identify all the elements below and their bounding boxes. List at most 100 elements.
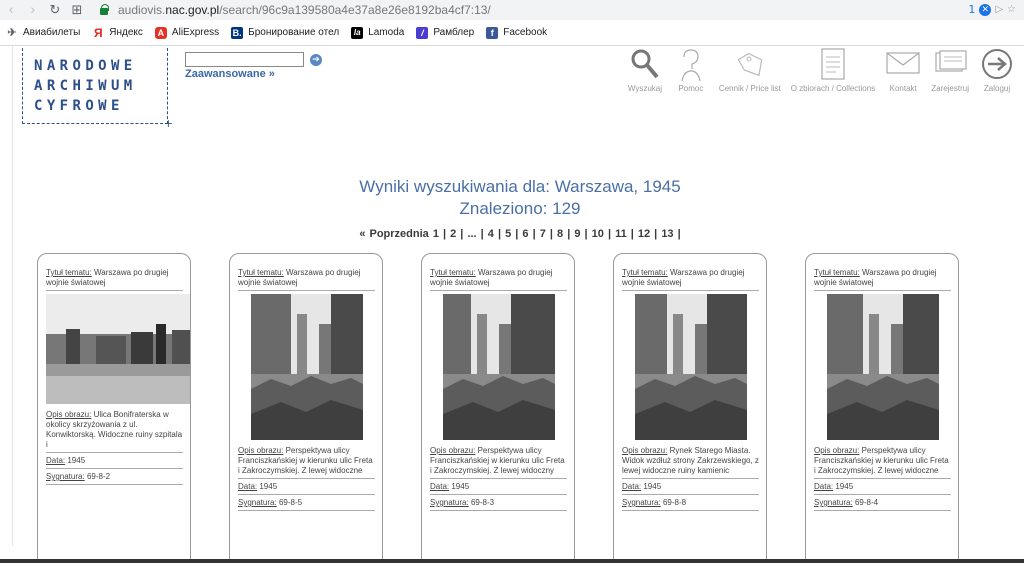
nav-label: Cennik / Price list (718, 84, 781, 93)
signature-value: 69-8-5 (278, 498, 303, 507)
card-date: Data: 1945 (46, 456, 183, 469)
nav-register[interactable]: Zarejestruj (926, 46, 974, 93)
card-description: Opis obrazu: Ulica Bonifraterska w okoli… (46, 410, 183, 453)
left-divider (12, 46, 13, 546)
play-icon[interactable]: ▷ (995, 4, 1003, 15)
description-label: Opis obrazu: (622, 446, 668, 455)
nav-login-arrow[interactable]: Zaloguj (974, 46, 1020, 93)
apps-grid-icon[interactable]: ⊞ (66, 3, 88, 18)
card-signature: Sygnatura: 69-8-2 (46, 472, 183, 485)
price-tag-icon (732, 46, 768, 82)
date-label: Data: (814, 482, 834, 491)
results-grid: Tytuł tematu: Warszawa po drugiej wojnie… (37, 253, 959, 563)
bookmark-facebook[interactable]: f Facebook (486, 26, 547, 39)
topic-label: Tytuł tematu: (238, 268, 284, 277)
signature-label: Sygnatura: (46, 472, 85, 481)
card-description: Opis obrazu: Perspektywa ulicy Franciszk… (814, 446, 951, 479)
photo-ruins[interactable] (634, 294, 747, 440)
card-description: Opis obrazu: Rynek Starego Miasta. Widok… (622, 446, 759, 479)
result-card: Tytuł tematu: Warszawa po drugiej wojnie… (37, 253, 191, 563)
nav-label: Zarejestruj (931, 84, 969, 93)
bookmark-label: Бронирование отел (248, 27, 340, 38)
signature-label: Sygnatura: (430, 498, 469, 507)
photo-ruins[interactable] (826, 294, 939, 440)
nav-label: Zaloguj (983, 84, 1011, 93)
results-heading: Wyniki wyszukiwania dla: Warszawa, 1945 … (0, 176, 1024, 220)
nav-help[interactable]: Pomoc (668, 46, 714, 93)
register-icon (932, 46, 968, 82)
topic-label: Tytuł tematu: (622, 268, 668, 277)
date-value: 1945 (259, 482, 278, 491)
help-icon (673, 46, 709, 82)
bookmark-lamoda[interactable]: la Lamoda (351, 26, 405, 39)
card-date: Data: 1945 (622, 482, 759, 495)
card-topic[interactable]: Tytuł tematu: Warszawa po drugiej wojnie… (814, 268, 951, 291)
back-arrow-icon[interactable]: ‹ (0, 3, 22, 18)
card-description: Opis obrazu: Perspektywa ulicy Franciszk… (430, 446, 567, 479)
card-description: Opis obrazu: Perspektywa ulicy Franciszk… (238, 446, 375, 479)
site-logo[interactable]: NARODOWE ARCHIWUM CYFROWE + (22, 48, 173, 130)
extension-count: 1 (968, 3, 976, 16)
favorite-star-icon[interactable]: ☆ (1007, 4, 1016, 15)
search-input[interactable] (185, 52, 304, 67)
bookmark-aliexpress[interactable]: A AliExpress (154, 26, 220, 39)
reload-icon[interactable]: ↻ (44, 3, 66, 18)
logo-line-2: ARCHIWUM (34, 78, 137, 94)
signature-value: 69-8-3 (470, 498, 495, 507)
photo-ruins[interactable] (442, 294, 555, 440)
search-go-icon[interactable]: ➔ (310, 54, 322, 66)
description-label: Opis obrazu: (430, 446, 476, 455)
nav-envelope[interactable]: Kontakt (880, 46, 926, 93)
logo-plus-icon: + (163, 117, 173, 130)
signature-label: Sygnatura: (622, 498, 661, 507)
bookmark-label: Рамблер (433, 27, 475, 38)
signature-value: 69-8-8 (662, 498, 687, 507)
card-signature: Sygnatura: 69-8-4 (814, 498, 951, 511)
bookmark-label: Lamoda (368, 27, 405, 38)
bookmark-label: Авиабилеты (23, 27, 81, 38)
bookmark-rambler[interactable]: / Рамблер (416, 26, 475, 39)
bookmark-booking[interactable]: B. Бронирование отел (231, 26, 340, 39)
signature-value: 69-8-2 (86, 472, 111, 481)
date-label: Data: (430, 482, 450, 491)
bookmark-label: Яндекс (109, 27, 143, 38)
photo-ruins[interactable] (46, 294, 191, 404)
yandex-icon: Я (93, 25, 103, 40)
card-signature: Sygnatura: 69-8-3 (430, 498, 567, 511)
photo-ruins[interactable] (250, 294, 363, 440)
card-signature: Sygnatura: 69-8-8 (622, 498, 759, 511)
result-card: Tytuł tematu: Warszawa po drugiej wojnie… (613, 253, 767, 563)
url-field[interactable]: audiovis.nac.gov.pl/search/96c9a139580a4… (118, 3, 491, 17)
bookmark-label: AliExpress (171, 27, 220, 38)
card-signature: Sygnatura: 69-8-5 (238, 498, 375, 511)
description-label: Opis obrazu: (238, 446, 284, 455)
plane-icon: ✈ (7, 27, 17, 39)
signature-label: Sygnatura: (238, 498, 277, 507)
card-topic[interactable]: Tytuł tematu: Warszawa po drugiej wojnie… (46, 268, 183, 291)
bottom-bar (0, 559, 1024, 563)
logo-line-3: CYFROWE (34, 98, 124, 114)
bookmark-plane[interactable]: ✈ Авиабилеты (6, 27, 80, 39)
description-label: Opis obrazu: (814, 446, 860, 455)
nav-magnifier[interactable]: Wyszukaj (622, 46, 668, 93)
forward-arrow-icon[interactable]: › (22, 3, 44, 18)
card-topic[interactable]: Tytuł tematu: Warszawa po drugiej wojnie… (430, 268, 567, 291)
nav-label: Pomoc (678, 84, 704, 93)
site-page: NARODOWE ARCHIWUM CYFROWE + ➔ Zaawansowa… (0, 46, 1024, 563)
pagination[interactable]: « Poprzednia 1 | 2 | ... | 4 | 5 | 6 | 7… (0, 228, 1024, 240)
advanced-search-link[interactable]: Zaawansowane » (185, 68, 275, 80)
extension-close-icon[interactable]: ✕ (979, 3, 992, 16)
aliexpress-icon: A (154, 26, 167, 39)
bookmarks-bar: ✈ Авиабилеты Я Яндекс A AliExpress B. Бронирова… (0, 20, 1024, 46)
card-date: Data: 1945 (430, 482, 567, 495)
booking-icon: B. (231, 26, 244, 39)
card-topic[interactable]: Tytuł tematu: Warszawa po drugiej wojnie… (238, 268, 375, 291)
document-icon (815, 46, 851, 82)
nav-document[interactable]: O zbiorach / Collections (786, 46, 880, 93)
nav-label: Kontakt (889, 84, 917, 93)
card-topic[interactable]: Tytuł tematu: Warszawa po drugiej wojnie… (622, 268, 759, 291)
nav-price-tag[interactable]: Cennik / Price list (714, 46, 786, 93)
bookmark-yandex[interactable]: Я Яндекс (92, 25, 143, 40)
card-date: Data: 1945 (238, 482, 375, 495)
lamoda-icon: la (351, 26, 364, 39)
